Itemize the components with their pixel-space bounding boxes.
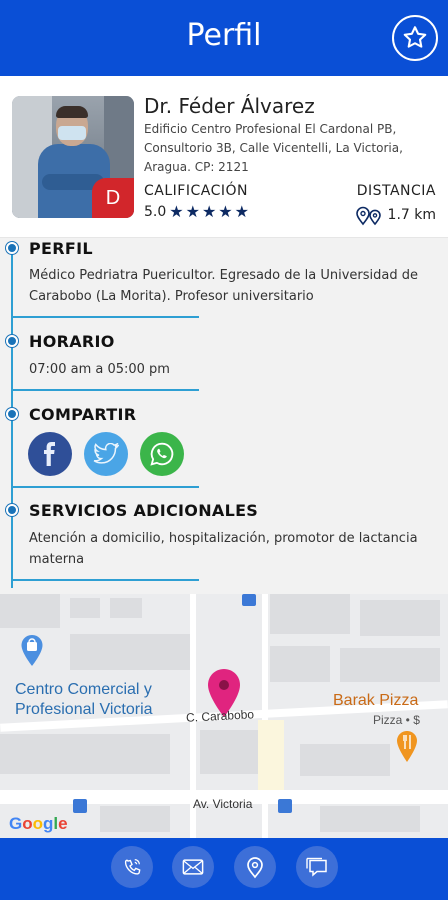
distance-row: 1.7 km	[354, 204, 436, 226]
map-button[interactable]	[234, 846, 276, 888]
app-header: Perfil	[0, 0, 448, 76]
mail-icon	[182, 859, 204, 875]
phone-icon	[124, 859, 141, 875]
rating-label: CALIFICACIÓN	[144, 183, 248, 199]
timeline-dot	[6, 335, 18, 347]
location-pin-icon	[247, 857, 263, 879]
share-facebook-button[interactable]	[28, 432, 72, 476]
whatsapp-icon	[150, 442, 174, 466]
share-twitter-button[interactable]	[84, 432, 128, 476]
distance-label: DISTANCIA	[356, 183, 436, 199]
star-icon: ★	[185, 202, 200, 221]
chat-button[interactable]	[296, 846, 338, 888]
restaurant-pin-icon[interactable]	[396, 730, 418, 764]
star-icon: ★	[169, 202, 184, 221]
favorite-button[interactable]	[392, 15, 438, 61]
chat-icon	[306, 857, 327, 877]
transit-icon	[242, 594, 256, 606]
divider	[11, 486, 199, 488]
divider	[11, 579, 199, 581]
share-whatsapp-button[interactable]	[140, 432, 184, 476]
section-title-horario: HORARIO	[29, 332, 115, 351]
divider	[11, 316, 199, 318]
section-text-horario: 07:00 am a 05:00 pm	[29, 362, 170, 377]
divider	[11, 389, 199, 391]
twitter-icon	[93, 443, 119, 464]
section-title-servicios: SERVICIOS ADICIONALES	[29, 501, 259, 520]
transit-icon	[278, 799, 292, 813]
call-button[interactable]	[111, 846, 153, 888]
details-timeline: PERFIL Médico Pedriatra Puericultor. Egr…	[0, 238, 448, 594]
shopping-pin-icon[interactable]	[20, 634, 44, 668]
street-label-victoria: Av. Victoria	[193, 797, 253, 811]
map-poi-centro: Centro Comercial y Profesional Victoria	[15, 681, 153, 718]
street-label-carabobo: C. Carabobo	[185, 707, 255, 725]
section-text-perfil: Médico Pedriatra Puericultor. Egresado d…	[29, 268, 419, 304]
location-map[interactable]: Centro Comercial y Profesional Victoria …	[0, 594, 448, 838]
doctor-name: Dr. Féder Álvarez	[144, 94, 315, 118]
google-logo: Google	[9, 814, 68, 833]
map-distance-icon	[355, 206, 381, 226]
rating-value: 5.0	[144, 204, 167, 220]
section-title-perfil: PERFIL	[29, 239, 93, 258]
section-text-servicios: Atención a domicilio, hospitalización, p…	[29, 531, 418, 567]
star-icon: ★	[201, 202, 217, 221]
star-outline-icon	[403, 26, 427, 48]
page-title: Perfil	[186, 18, 262, 53]
facebook-icon	[44, 442, 55, 466]
timeline-dot	[6, 242, 18, 254]
transit-icon	[73, 799, 87, 813]
doctor-card: D Dr. Féder Álvarez Edificio Centro Prof…	[0, 76, 448, 238]
map-poi-barak: Barak Pizza	[333, 692, 419, 709]
bottom-action-bar	[0, 838, 448, 900]
star-icon: ★	[218, 202, 233, 221]
doctor-address: Edificio Centro Profesional El Cardonal …	[144, 122, 403, 174]
timeline-dot	[6, 504, 18, 516]
doctor-badge: D	[92, 178, 134, 218]
star-icon: ★	[234, 202, 249, 221]
rating-row: 5.0 ★ ★ ★ ★ ★	[144, 202, 251, 221]
distance-value: 1.7 km	[387, 207, 436, 223]
email-button[interactable]	[172, 846, 214, 888]
section-title-compartir: COMPARTIR	[29, 405, 137, 424]
timeline-dot	[6, 408, 18, 420]
map-poi-barak-sub: Pizza • $	[373, 713, 420, 727]
